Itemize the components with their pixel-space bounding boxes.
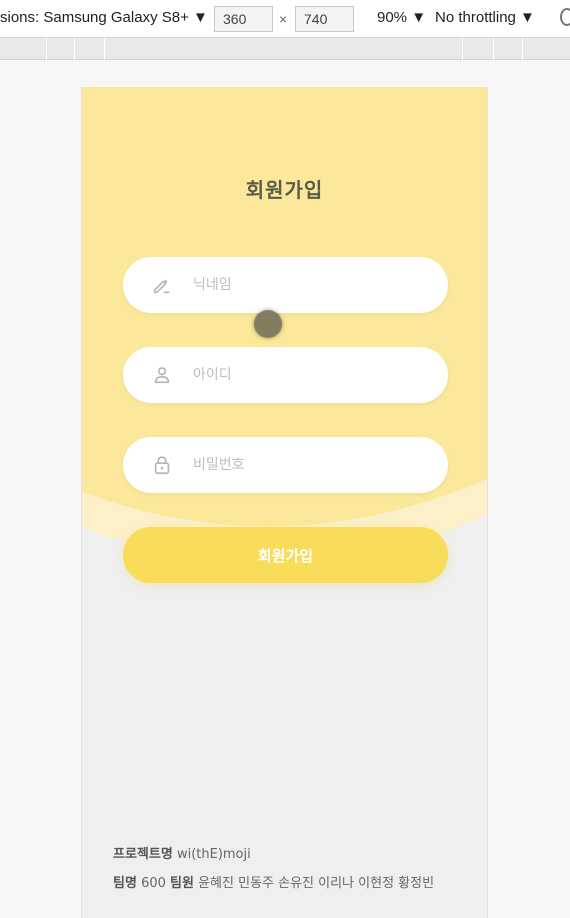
footer-project-line: 프로젝트명 wi(thE)moji [113,843,251,862]
password-input[interactable] [193,437,423,493]
viewport-width-input[interactable]: 360 [214,6,273,32]
footer-team-line: 팀명 600 팀원 윤혜진 민동주 손유진 이리나 이현정 황정빈 [113,872,434,891]
viewport-height-input[interactable]: 740 [295,6,354,32]
zoom-selector[interactable]: 90% ▼ [377,9,426,26]
signup-button[interactable]: 회원가입 [123,527,448,583]
devtools-toolbar: sions: Samsung Galaxy S8+ ▼ 360 × 740 90… [0,0,570,38]
header-wave-background [82,87,487,565]
person-icon [154,367,170,384]
id-input[interactable] [193,347,423,403]
device-selector[interactable]: sions: Samsung Galaxy S8+ ▼ [0,9,208,26]
page-title: 회원가입 [245,178,324,202]
media-query-ruler [0,38,570,60]
pencil-icon [153,279,170,294]
phone-viewport: 회원가입 회원가입 프로젝트명 wi(thE)moji 팀명 600 팀원 [81,87,488,918]
rotate-icon[interactable] [560,8,570,26]
members-value: 윤혜진 민동주 손유진 이리나 이현정 황정빈 [198,876,435,891]
dimension-separator: × [279,11,288,27]
nickname-field[interactable] [123,257,448,313]
lock-icon [154,456,170,475]
team-label: 팀명 [113,876,137,891]
project-value: wi(thE)moji [176,847,251,862]
id-field[interactable] [123,347,448,403]
project-label: 프로젝트명 [113,847,173,862]
members-label: 팀원 [170,876,194,891]
team-value: 600 [141,876,166,891]
nickname-input[interactable] [193,257,423,313]
throttling-selector[interactable]: No throttling ▼ [435,9,535,26]
touch-cursor [254,310,282,338]
password-field[interactable] [123,437,448,493]
